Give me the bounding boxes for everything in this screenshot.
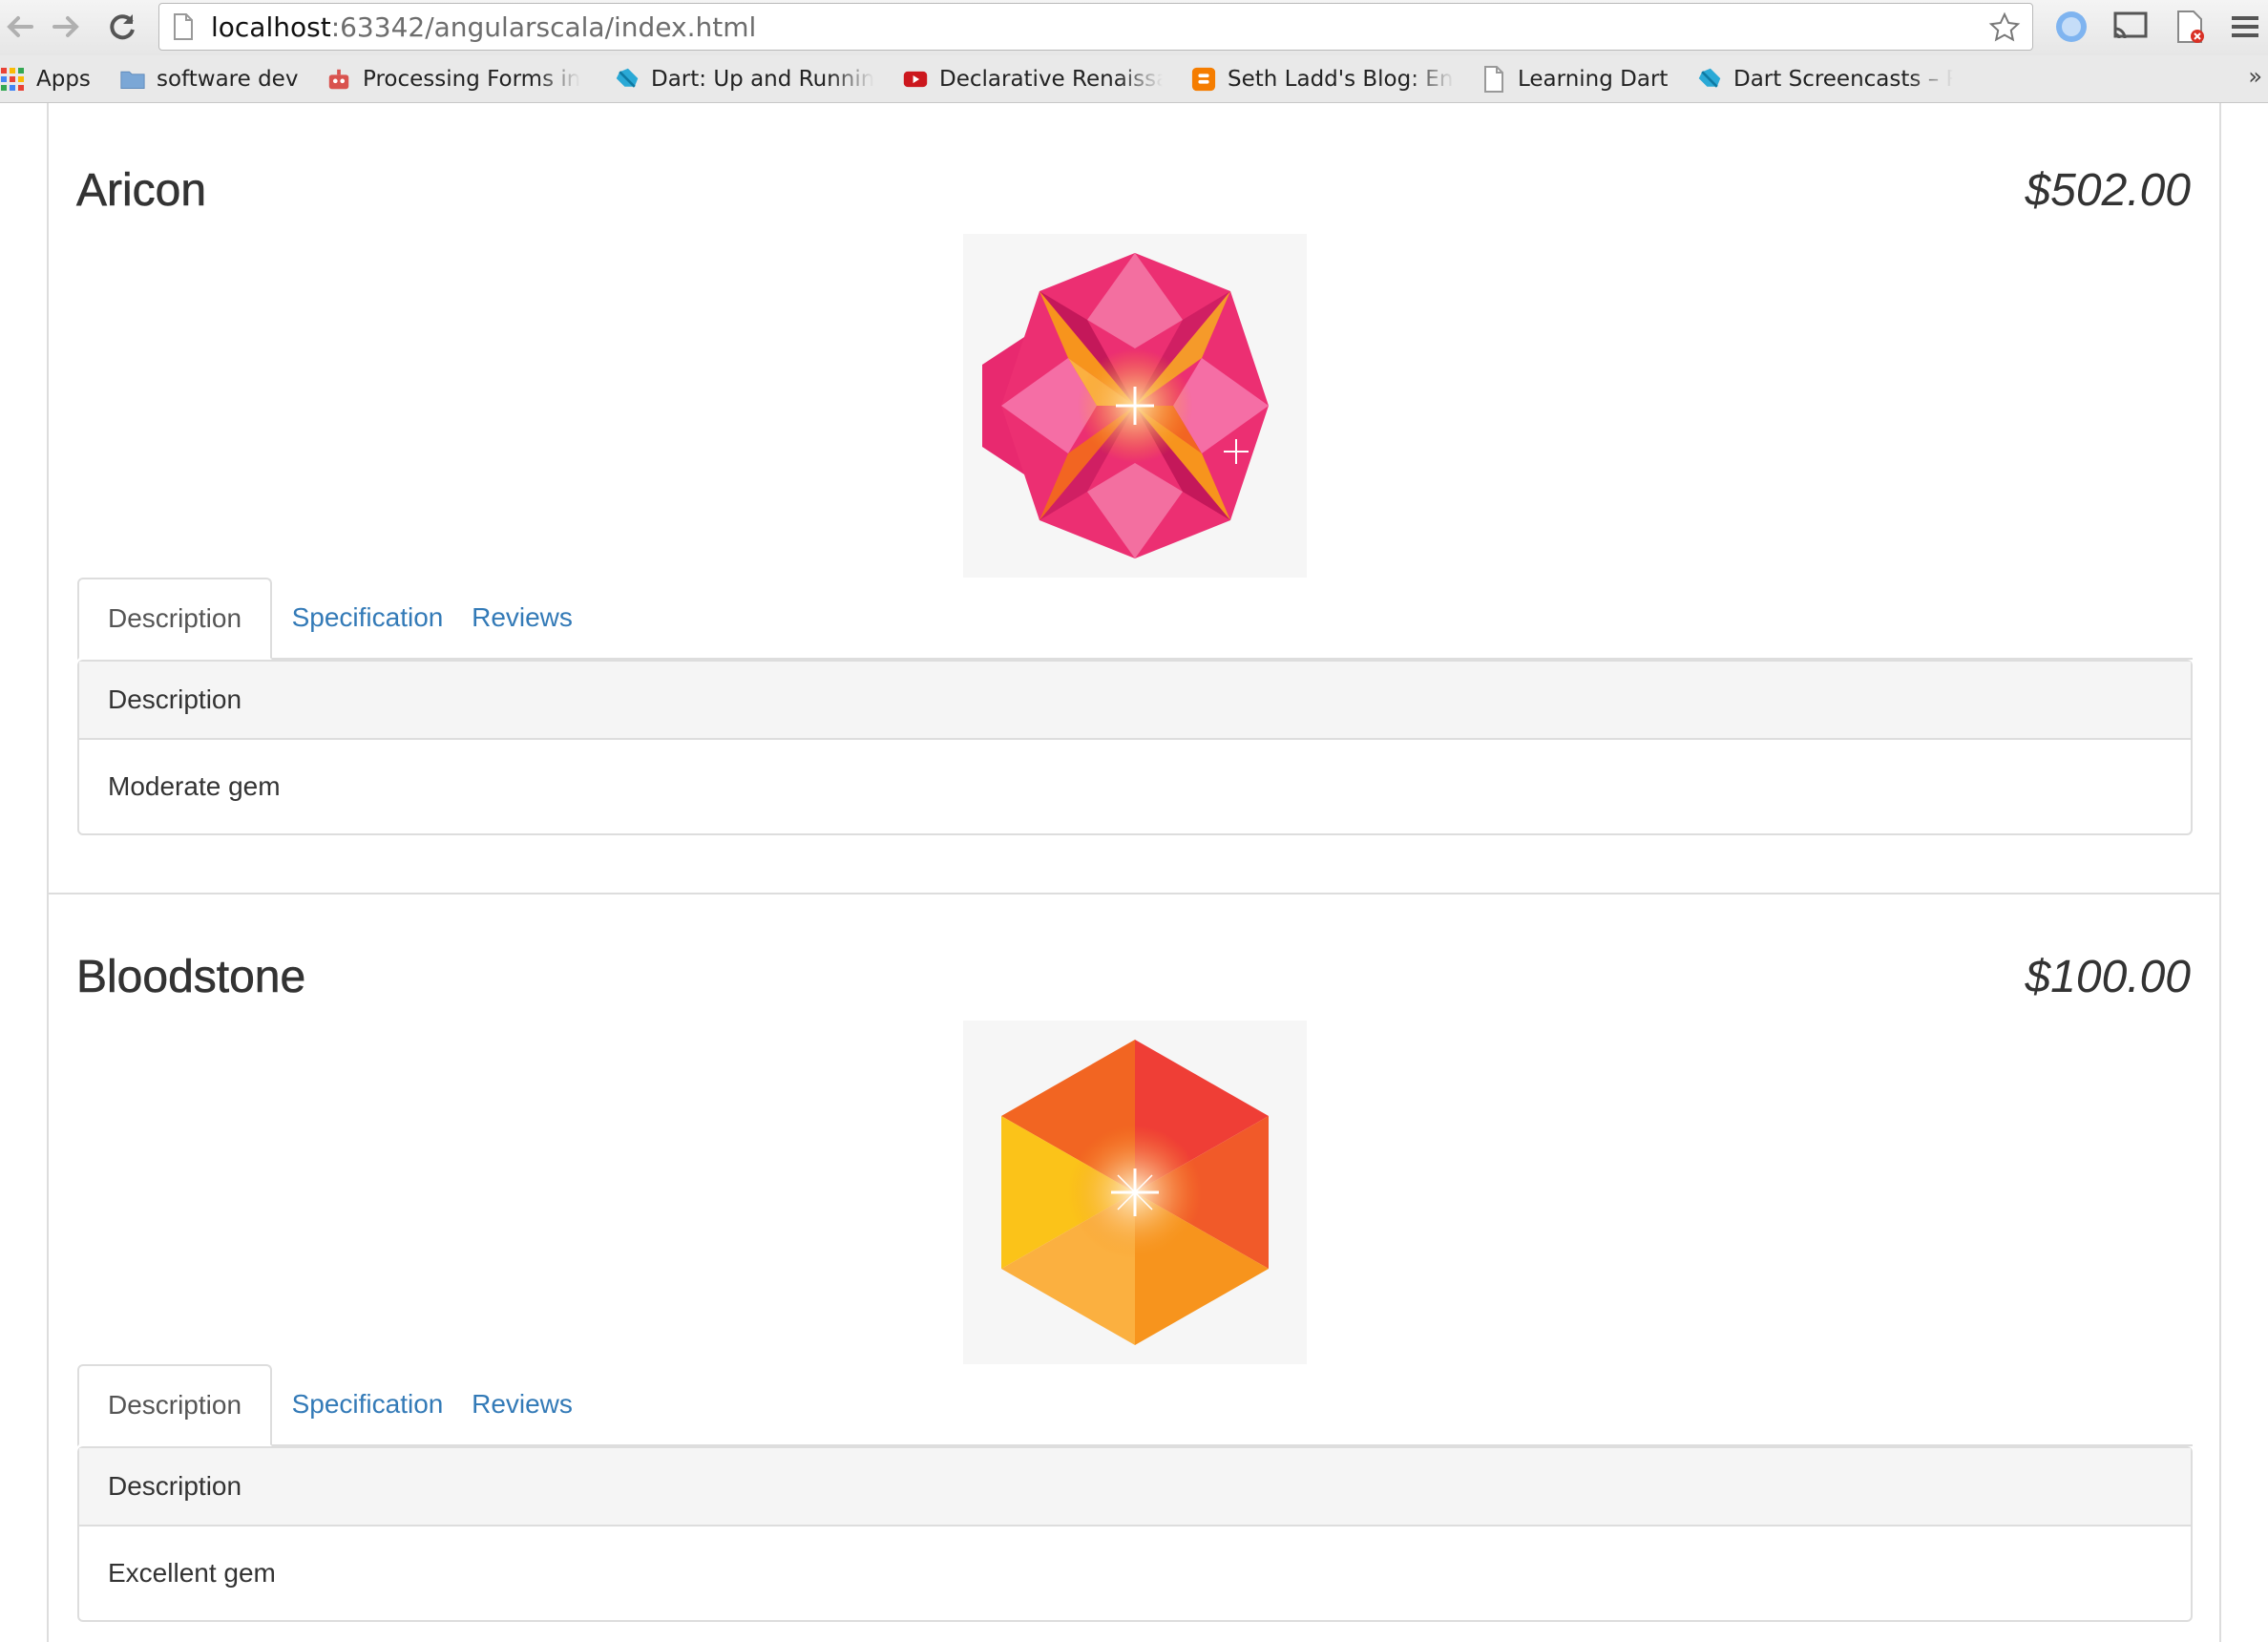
product-tabs: Description Specification Reviews <box>77 1364 2193 1446</box>
tab-reviews[interactable]: Reviews <box>463 1364 581 1444</box>
browser-toolbar: localhost:63342/angularscala/index.html <box>0 0 2268 55</box>
panel-heading: Description <box>79 662 2191 740</box>
robot-icon <box>326 67 351 92</box>
back-button[interactable] <box>0 8 38 46</box>
bookmark-seth-ladd-blog[interactable]: Seth Ladd's Blog: Ena <box>1191 55 1455 103</box>
dart-icon <box>1697 67 1722 92</box>
bookmarks-overflow-chevron-icon[interactable]: » <box>2248 63 2262 90</box>
back-arrow-icon <box>7 16 33 37</box>
tab-specification[interactable]: Specification <box>272 1364 463 1444</box>
bookmark-learning-dart[interactable]: Learning Dart <box>1481 55 1672 103</box>
hexagon-gem-icon <box>1001 1040 1269 1345</box>
description-panel: Description Excellent gem <box>77 1446 2193 1622</box>
bookmark-software-dev[interactable]: software dev <box>120 55 302 103</box>
bookmark-processing-forms[interactable]: Processing Forms in <box>326 55 582 103</box>
address-bar[interactable]: localhost:63342/angularscala/index.html <box>158 3 2033 51</box>
bookmark-dart-screencasts[interactable]: Dart Screencasts – R <box>1697 55 1953 103</box>
dart-icon <box>615 67 640 92</box>
page-icon <box>1481 66 1506 93</box>
tab-specification[interactable]: Specification <box>272 578 463 658</box>
description-panel: Description Moderate gem <box>77 660 2193 835</box>
tab-reviews[interactable]: Reviews <box>463 578 581 658</box>
product-price: $502.00 <box>2025 165 2191 216</box>
url-text: localhost:63342/angularscala/index.html <box>211 11 757 43</box>
product-divider <box>49 893 2219 895</box>
store-content: Aricon $502.00 Description Specification… <box>47 103 2221 1642</box>
menu-icon[interactable] <box>2230 10 2260 49</box>
product-tabs: Description Specification Reviews <box>77 578 2193 660</box>
bookmark-dart-up-and-running[interactable]: Dart: Up and Runnin <box>615 55 876 103</box>
pdf-extension-icon[interactable] <box>2174 10 2207 49</box>
reload-button[interactable] <box>103 8 141 46</box>
panel-body: Excellent gem <box>108 1558 276 1588</box>
youtube-icon <box>903 67 928 92</box>
extension-icon[interactable] <box>2054 10 2089 49</box>
product-name: Bloodstone <box>76 952 306 1003</box>
panel-heading: Description <box>79 1448 2191 1526</box>
bookmark-declarative-renaissance[interactable]: Declarative Renaissa <box>903 55 1163 103</box>
tab-description[interactable]: Description <box>77 578 272 660</box>
cast-icon[interactable] <box>2111 10 2150 49</box>
bookmarks-bar: Apps software dev Processing Forms in Da… <box>0 55 2268 103</box>
product-image <box>963 234 1307 578</box>
octagon-gem-icon <box>982 253 1269 558</box>
reload-icon <box>110 14 135 40</box>
forward-arrow-icon <box>52 16 79 37</box>
panel-body: Moderate gem <box>108 771 281 801</box>
product-name: Aricon <box>76 165 207 217</box>
page-icon <box>174 13 193 40</box>
apps-grid-icon <box>0 67 25 92</box>
blogger-icon <box>1191 67 1216 92</box>
forward-button[interactable] <box>48 8 86 46</box>
bookmark-apps[interactable]: Apps <box>0 55 105 103</box>
tab-description[interactable]: Description <box>77 1364 272 1446</box>
folder-icon <box>120 67 145 92</box>
product-price: $100.00 <box>2025 952 2191 1002</box>
product-image <box>963 1021 1307 1364</box>
bookmark-star-icon[interactable] <box>1988 11 2021 44</box>
